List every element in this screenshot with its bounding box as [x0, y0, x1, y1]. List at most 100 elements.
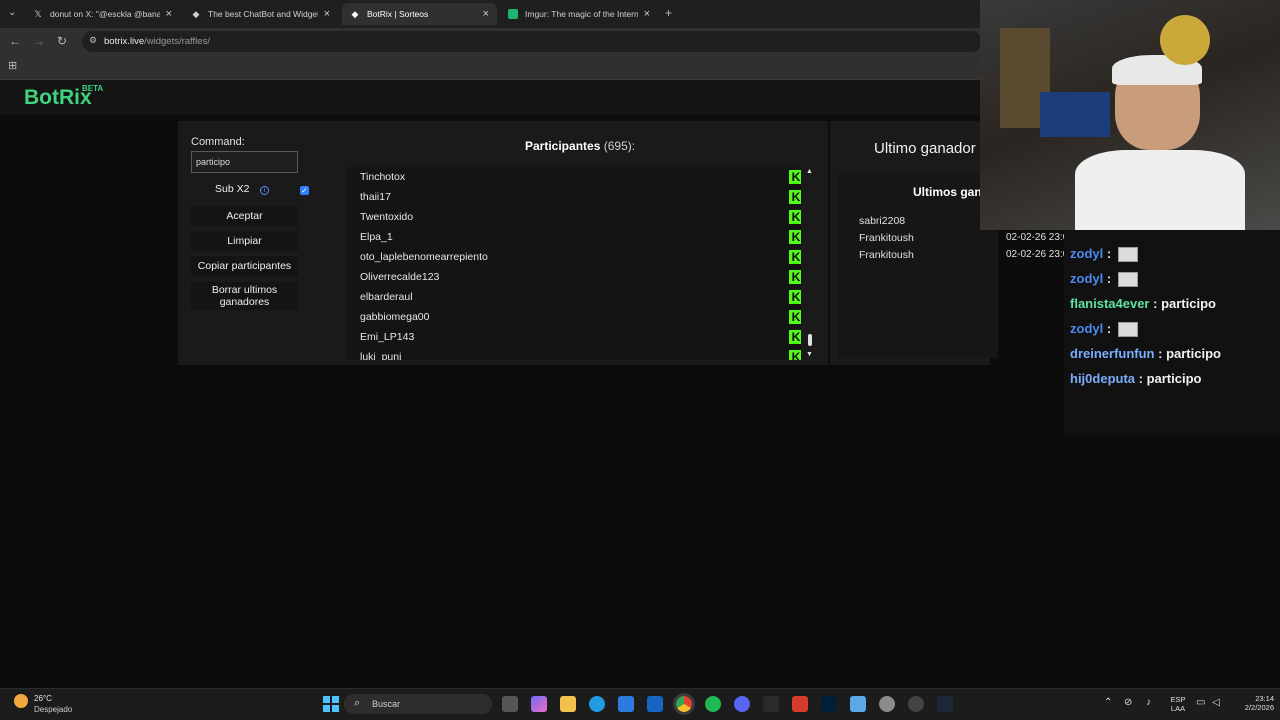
sub-x2-checkbox[interactable]: ✓	[300, 186, 309, 195]
command-input[interactable]	[191, 151, 298, 173]
kick-platform-icon: K	[789, 210, 801, 224]
weather-icon[interactable]	[14, 694, 28, 708]
winner-name: Frankitoush	[859, 249, 914, 261]
imgur-icon	[508, 9, 518, 19]
new-tab-icon[interactable]: +	[665, 6, 672, 20]
kick-platform-icon: K	[789, 350, 801, 360]
emote-icon	[1117, 247, 1138, 263]
forward-icon[interactable]: →	[33, 34, 45, 48]
chat-username: flanista4ever	[1070, 296, 1150, 311]
kick-platform-icon: K	[789, 190, 801, 204]
mail-icon[interactable]	[647, 696, 663, 712]
participant-name: gabbiomega00	[360, 311, 430, 323]
app-icon[interactable]	[792, 696, 808, 712]
tab-botrix-sorteos[interactable]: ◆ BotRix | Sorteos ×	[342, 3, 497, 25]
discord-icon[interactable]	[734, 696, 750, 712]
winners-list-panel	[838, 173, 998, 358]
microphone-icon[interactable]: ♪	[1146, 697, 1151, 708]
clear-button[interactable]: Limpiar	[191, 231, 298, 251]
chrome-icon[interactable]	[673, 693, 695, 715]
keyboard-layout: LAA	[1170, 704, 1186, 713]
scroll-down-icon[interactable]: ▼	[806, 351, 813, 358]
participant-row: luki_puni K	[360, 347, 801, 360]
participants-list[interactable]: Tinchotox Kthaii17 K Twentoxido K Elpa_1 Koto_…	[346, 167, 801, 360]
tray-chevron-icon[interactable]: ⌃	[1104, 697, 1112, 708]
windows-taskbar	[0, 688, 1280, 720]
info-icon[interactable]: i	[260, 186, 269, 195]
clock-time: 23:14	[1255, 694, 1274, 703]
language-indicator[interactable]: ESP LAA	[1168, 695, 1188, 713]
store-icon[interactable]	[618, 696, 634, 712]
display-icon[interactable]: ▭	[1196, 697, 1205, 708]
close-tab-icon[interactable]: ×	[166, 8, 172, 20]
chat-message: hij0deputa : participo	[1070, 371, 1202, 386]
photoshop-icon[interactable]	[821, 696, 837, 712]
participant-row: gabbiomega00 K	[360, 307, 801, 327]
participant-row: Emi_LP143 K	[360, 327, 801, 347]
taskbar-search[interactable]: ⌕ Buscar	[344, 694, 492, 714]
participant-name: Emi_LP143	[360, 331, 415, 343]
participant-name: Tinchotox	[360, 171, 406, 183]
participant-name: Twentoxido	[360, 211, 414, 223]
chat-username: zodyl	[1070, 321, 1104, 336]
tab-title: BotRix | Sorteos	[367, 9, 429, 19]
steam-icon[interactable]	[937, 696, 953, 712]
apps-grid-icon[interactable]: ⊞	[8, 59, 17, 72]
kick-platform-icon: K	[789, 170, 801, 184]
notepad-icon[interactable]	[850, 696, 866, 712]
chat-message: zodyl :	[1070, 271, 1138, 288]
tab-botrix-chatbot[interactable]: ◆ The best ChatBot and Widgets ×	[183, 3, 338, 25]
back-icon[interactable]: ←	[9, 34, 21, 48]
start-icon[interactable]	[323, 696, 339, 712]
spotify-icon[interactable]	[705, 696, 721, 712]
kick-platform-icon: K	[789, 270, 801, 284]
close-tab-icon[interactable]: ×	[644, 8, 650, 20]
participants-scrollbar[interactable]	[804, 167, 816, 360]
participant-name: Oliverrecalde123	[360, 271, 440, 283]
kick-platform-icon: K	[789, 290, 801, 304]
clear-winners-button[interactable]: Borrar ultimos ganadores	[191, 282, 298, 310]
obs-icon[interactable]	[763, 696, 779, 712]
monitor	[1040, 92, 1110, 137]
winner-name: Frankitoush	[859, 232, 914, 244]
weather-temperature[interactable]: 26°C	[34, 694, 52, 703]
x-logo-icon: 𝕏	[34, 9, 42, 19]
participant-row: thaii17 K	[360, 187, 801, 207]
copy-participants-button[interactable]: Copiar participantes	[191, 256, 298, 276]
kick-platform-icon: K	[789, 330, 801, 344]
settings-icon[interactable]	[879, 696, 895, 712]
last-winner-title: Ultimo ganador	[874, 140, 976, 157]
close-tab-icon[interactable]: ×	[483, 8, 489, 20]
emote-icon	[1117, 272, 1138, 288]
app-icon[interactable]	[908, 696, 924, 712]
volume-icon[interactable]: ◁	[1212, 697, 1220, 708]
tab-search-icon[interactable]: ⌄	[8, 7, 16, 18]
participant-row: Oliverrecalde123 K	[360, 267, 801, 287]
url-field[interactable]: ⚙ botrix.live/widgets/raffles/	[82, 31, 982, 52]
participants-title: Participantes (695):	[525, 139, 635, 153]
network-icon[interactable]: ⊘	[1124, 697, 1132, 708]
accept-button[interactable]: Aceptar	[191, 206, 298, 226]
weather-description[interactable]: Despejado	[34, 705, 72, 714]
tab-title: The best ChatBot and Widgets	[208, 9, 318, 19]
task-view-icon[interactable]	[502, 696, 518, 712]
site-info-icon[interactable]: ⚙	[89, 35, 97, 46]
participant-row: elbarderaul K	[360, 287, 801, 307]
recent-winners-title: Ultimos gan	[913, 185, 982, 199]
edge-icon[interactable]	[589, 696, 605, 712]
copilot-icon[interactable]	[531, 696, 547, 712]
emote-icon	[1117, 322, 1138, 338]
tab-imgur[interactable]: Imgur: The magic of the Interne ×	[500, 3, 658, 25]
participant-row: Twentoxido K	[360, 207, 801, 227]
participant-name: oto_laplebenomearrepiento	[360, 251, 488, 263]
scroll-thumb[interactable]	[808, 334, 812, 346]
scroll-up-icon[interactable]: ▲	[806, 168, 813, 175]
participant-name: Elpa_1	[360, 231, 393, 243]
file-explorer-icon[interactable]	[560, 696, 576, 712]
chat-text: participo	[1166, 346, 1221, 361]
chat-text: participo	[1146, 371, 1202, 386]
tab-x[interactable]: 𝕏 donut on X: "@esckla @banani ×	[25, 3, 180, 25]
close-tab-icon[interactable]: ×	[324, 8, 330, 20]
reload-icon[interactable]: ↻	[57, 34, 67, 48]
clock[interactable]: 23:14 2/2/2026	[1228, 694, 1274, 712]
